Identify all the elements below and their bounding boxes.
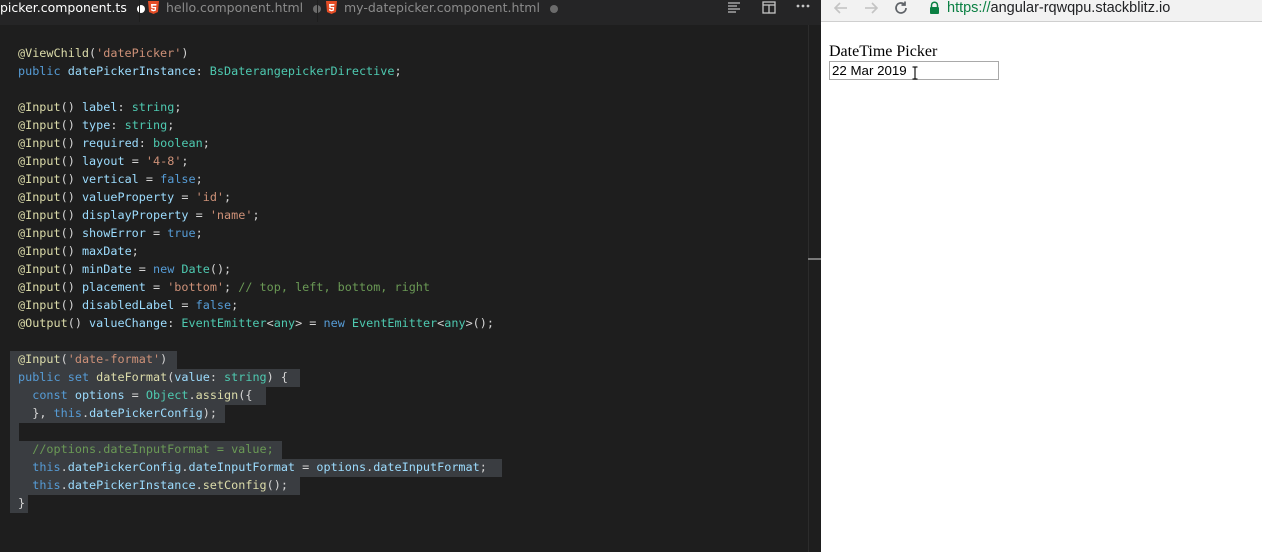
tab-divider	[139, 0, 140, 22]
code-line[interactable]: const options = Object.assign({	[18, 386, 252, 404]
code-line[interactable]: public set dateFormat(value: string) {	[18, 368, 288, 386]
code-line[interactable]: }	[18, 494, 25, 512]
scrollbar-position-marker	[808, 258, 821, 260]
browser-preview: https://angular-rqwqpu.stackblitz.io Dat…	[821, 0, 1262, 552]
code-line[interactable]: @ViewChild('datePicker')	[18, 44, 188, 62]
tab-picker-component-ts[interactable]: picker.component.ts	[0, 0, 145, 20]
editor-tab-bar: picker.component.ts hello.component.html…	[0, 0, 821, 25]
split-editor-icon[interactable]	[725, 0, 743, 16]
reload-icon[interactable]	[892, 0, 910, 18]
code-line[interactable]: @Input() minDate = new Date();	[18, 260, 231, 278]
open-preview-icon[interactable]	[760, 0, 778, 16]
url-scheme: https://	[947, 0, 991, 16]
code-line[interactable]: @Input() maxDate;	[18, 242, 139, 260]
html5-icon	[326, 1, 337, 14]
address-bar[interactable]: https://angular-rqwqpu.stackblitz.io	[947, 0, 1170, 17]
tab-label: hello.component.html	[166, 0, 304, 15]
code-line[interactable]: @Input() type: string;	[18, 116, 174, 134]
code-line[interactable]: @Output() valueChange: EventEmitter<any>…	[18, 314, 494, 332]
page-title: DateTime Picker	[829, 43, 938, 60]
unsaved-dot-icon[interactable]	[549, 4, 558, 13]
code-line[interactable]: @Input() layout = '4-8';	[18, 152, 189, 170]
code-line[interactable]: @Input() disabledLabel = false;	[18, 296, 238, 314]
tab-my-datepicker-component-html[interactable]: my-datepicker.component.html	[326, 0, 558, 20]
code-line[interactable]: this.datePickerConfig.dateInputFormat = …	[18, 458, 487, 476]
more-actions-icon[interactable]	[794, 0, 812, 16]
code-line[interactable]: @Input() label: string;	[18, 98, 181, 116]
code-line[interactable]: @Input() displayProperty = 'name';	[18, 206, 260, 224]
lock-icon	[930, 1, 939, 14]
code-line[interactable]: @Input() vertical = false;	[18, 170, 203, 188]
code-line[interactable]: public datePickerInstance: BsDaterangepi…	[18, 62, 402, 80]
url-host: angular-rqwqpu.stackblitz.io	[990, 0, 1171, 16]
selection-highlight	[10, 423, 19, 441]
code-line[interactable]: @Input() placement = 'bottom'; // top, l…	[18, 278, 430, 296]
code-line[interactable]: @Input('date-format')	[18, 350, 167, 368]
code-line[interactable]: //options.dateInputFormat = value;	[18, 440, 273, 458]
html5-icon	[148, 1, 159, 14]
back-arrow-icon[interactable]	[832, 0, 850, 18]
tab-label: my-datepicker.component.html	[344, 0, 540, 15]
code-line[interactable]: }, this.datePickerConfig);	[18, 404, 217, 422]
code-line[interactable]: @Input() valueProperty = 'id';	[18, 188, 231, 206]
tab-hello-component-html[interactable]: hello.component.html	[148, 0, 322, 20]
code-editor: picker.component.ts hello.component.html…	[0, 0, 821, 552]
text-cursor-icon	[912, 66, 918, 80]
editor-scrollbar[interactable]	[808, 25, 821, 552]
tab-divider	[317, 0, 318, 22]
code-line[interactable]: @Input() showError = true;	[18, 224, 203, 242]
forward-arrow-icon[interactable]	[862, 0, 880, 18]
code-line[interactable]: @Input() required: boolean;	[18, 134, 210, 152]
code-line[interactable]: this.datePickerInstance.setConfig();	[18, 476, 288, 494]
browser-toolbar: https://angular-rqwqpu.stackblitz.io	[821, 0, 1262, 22]
tab-label: picker.component.ts	[0, 0, 127, 15]
